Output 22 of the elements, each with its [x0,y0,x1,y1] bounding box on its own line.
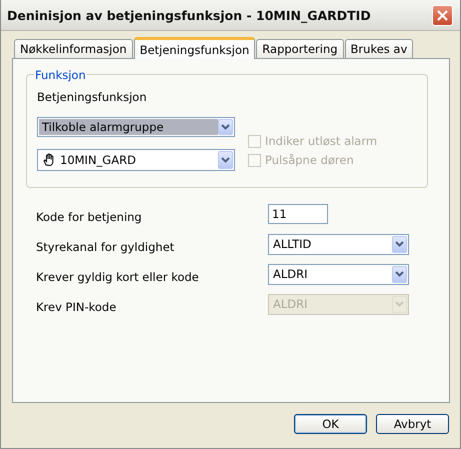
checkbox-label: Pulsåpne døren [265,153,354,167]
field-label: Krev PIN-kode [36,299,118,314]
field-label: Betjeningsfunksjon [37,90,148,104]
input-field[interactable]: 11 [268,204,328,224]
field-label: Styrekanal for gyldighet [36,239,176,254]
dropdown[interactable]: 10MIN_GARD [37,149,235,171]
tab[interactable]: Rapportering [256,39,344,58]
window-title: Deninisjon av betjeningsfunksjon - 10MIN_GARDTID [7,8,371,22]
tab[interactable]: Betjeningsfunksjon [134,37,256,59]
field-label: Kode for betjening [36,209,143,224]
close-button[interactable] [432,4,453,26]
dropdown[interactable]: ALLTID [268,234,409,254]
dialog-button[interactable]: OK [294,414,367,434]
dropdown[interactable]: Tilkoble alarmgruppe [37,117,235,137]
tab[interactable]: Nøkkelinformasjon [14,39,133,58]
dropdown[interactable]: ALDRI [268,264,409,284]
checkbox-label: Indiker utløst alarm [265,134,378,148]
field-label: Krever gyldig kort eller kode [36,269,200,284]
close-icon [436,8,449,22]
group-title: Funksjon [34,68,87,82]
dialog-button[interactable]: Avbryt [376,414,449,434]
tab[interactable]: Brukes av [344,39,414,58]
